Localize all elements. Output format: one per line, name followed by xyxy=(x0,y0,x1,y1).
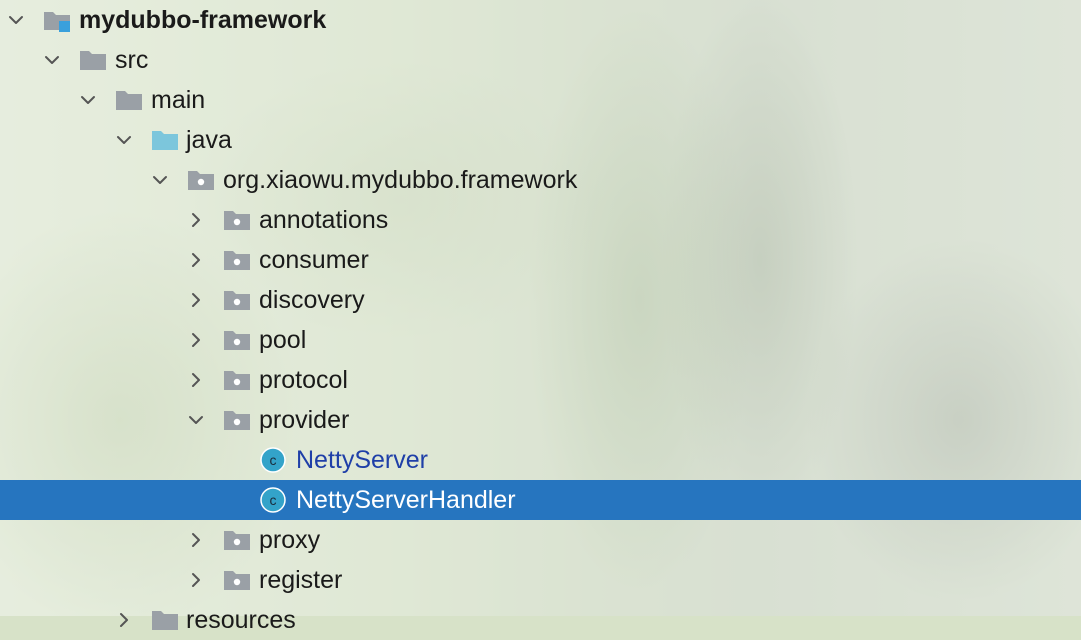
chevron-down-icon[interactable] xyxy=(186,410,206,430)
folder-icon xyxy=(151,609,179,631)
tree-node-nettyserverhandler[interactable]: c NettyServerHandler xyxy=(0,480,1081,520)
folder-icon xyxy=(79,49,107,71)
package-icon xyxy=(223,409,251,431)
tree-node-java[interactable]: java xyxy=(0,120,1081,160)
folder-icon xyxy=(115,89,143,111)
tree-node-annotations[interactable]: annotations xyxy=(0,200,1081,240)
tree-node-label: NettyServerHandler xyxy=(296,486,516,514)
chevron-right-icon[interactable] xyxy=(186,530,206,550)
package-icon xyxy=(223,369,251,391)
tree-node-label: main xyxy=(151,86,206,114)
package-icon xyxy=(223,529,251,551)
tree-node-consumer[interactable]: consumer xyxy=(0,240,1081,280)
tree-node-src[interactable]: src xyxy=(0,40,1081,80)
chevron-right-icon[interactable] xyxy=(186,370,206,390)
svg-text:c: c xyxy=(270,452,277,468)
class-icon: c xyxy=(259,447,287,473)
chevron-right-icon[interactable] xyxy=(186,250,206,270)
tree-node-label: proxy xyxy=(259,526,321,554)
tree-node-pool[interactable]: pool xyxy=(0,320,1081,360)
chevron-down-icon[interactable] xyxy=(6,10,26,30)
source-folder-icon xyxy=(151,129,179,151)
class-icon: c xyxy=(259,487,287,513)
tree-node-label: register xyxy=(259,566,343,594)
chevron-down-icon[interactable] xyxy=(42,50,62,70)
tree-node-register[interactable]: register xyxy=(0,560,1081,600)
chevron-right-icon[interactable] xyxy=(186,330,206,350)
chevron-down-icon[interactable] xyxy=(150,170,170,190)
tree-node-label: discovery xyxy=(259,286,365,314)
tree-node-resources[interactable]: resources xyxy=(0,600,1081,640)
tree-node-label: NettyServer xyxy=(296,446,428,474)
chevron-right-icon[interactable] xyxy=(186,570,206,590)
package-icon xyxy=(223,249,251,271)
svg-text:c: c xyxy=(270,492,277,508)
chevron-right-icon[interactable] xyxy=(114,610,134,630)
tree-node-label: org.xiaowu.mydubbo.framework xyxy=(223,166,578,194)
chevron-right-icon[interactable] xyxy=(186,210,206,230)
tree-node-nettyserver[interactable]: c NettyServer xyxy=(0,440,1081,480)
module-folder-icon xyxy=(43,9,71,32)
tree-node-label: consumer xyxy=(259,246,369,274)
chevron-right-icon[interactable] xyxy=(186,290,206,310)
project-tree[interactable]: mydubbo-framework src main java org.xiao… xyxy=(0,0,1081,634)
tree-node-label: mydubbo-framework xyxy=(79,6,327,34)
tree-node-provider[interactable]: provider xyxy=(0,400,1081,440)
tree-node-label: protocol xyxy=(259,366,348,394)
chevron-down-icon[interactable] xyxy=(78,90,98,110)
tree-node-main[interactable]: main xyxy=(0,80,1081,120)
package-icon xyxy=(223,209,251,231)
package-icon xyxy=(223,569,251,591)
tree-node-discovery[interactable]: discovery xyxy=(0,280,1081,320)
package-icon xyxy=(223,289,251,311)
tree-node-label: src xyxy=(115,46,149,74)
tree-node-root[interactable]: mydubbo-framework xyxy=(0,0,1081,40)
tree-node-label: annotations xyxy=(259,206,389,234)
tree-node-label: resources xyxy=(186,606,296,634)
tree-node-package[interactable]: org.xiaowu.mydubbo.framework xyxy=(0,160,1081,200)
tree-node-protocol[interactable]: protocol xyxy=(0,360,1081,400)
tree-node-label: pool xyxy=(259,326,307,354)
package-icon xyxy=(223,329,251,351)
tree-node-proxy[interactable]: proxy xyxy=(0,520,1081,560)
package-icon xyxy=(187,169,215,191)
tree-node-label: java xyxy=(186,126,232,154)
tree-node-label: provider xyxy=(259,406,350,434)
chevron-down-icon[interactable] xyxy=(114,130,134,150)
